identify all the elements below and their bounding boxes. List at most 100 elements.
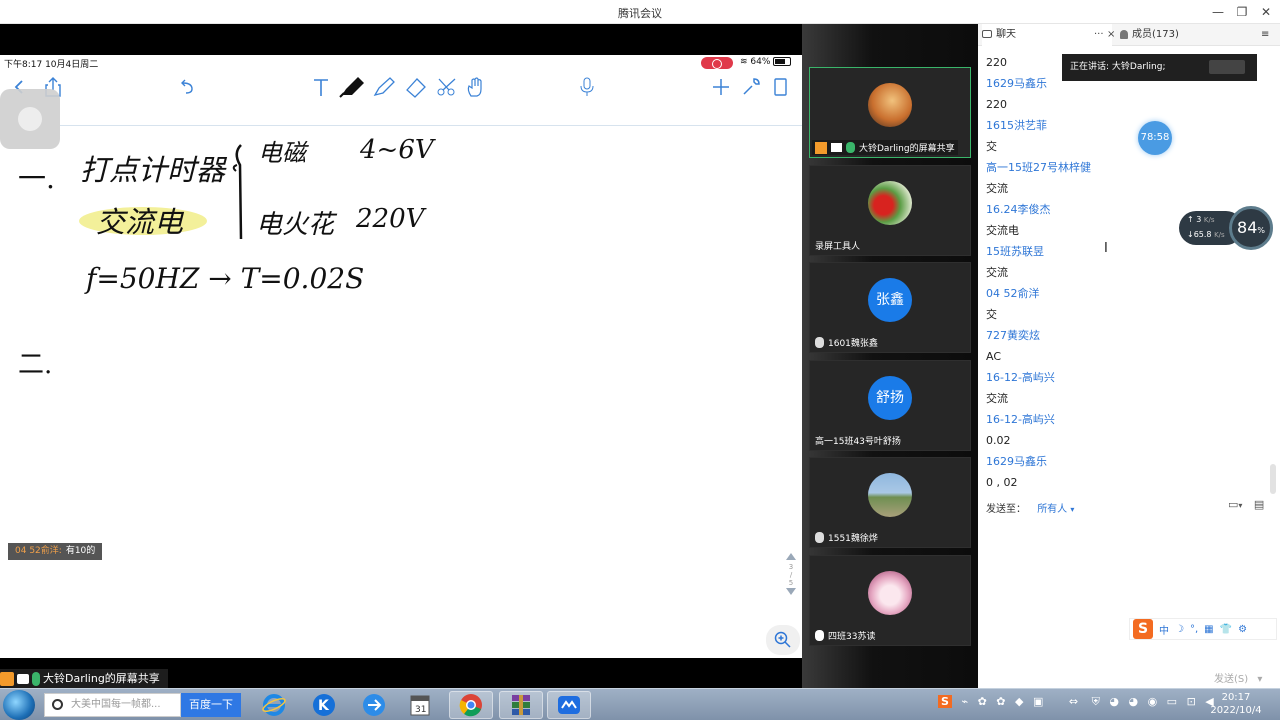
page-indicator[interactable]: 3 / 5 (784, 552, 798, 604)
moon-icon[interactable]: ☽ (1175, 624, 1184, 635)
page-up-icon[interactable] (785, 552, 797, 561)
file-icon[interactable]: ▭ (1228, 498, 1238, 511)
participant-tile[interactable]: 四班33苏读 (809, 555, 971, 646)
participant-tile[interactable]: 大铃Darling的屏幕共享 (809, 67, 971, 158)
more-options-icon[interactable]: ··· (1094, 24, 1104, 46)
taskbar-ie[interactable] (252, 691, 296, 719)
skin-icon[interactable]: 👕 (1220, 624, 1232, 635)
tray-shield-icon[interactable]: ⛨ (1092, 695, 1100, 708)
restore-button[interactable]: ❐ (1231, 3, 1253, 21)
chat-sender-name[interactable]: 727黄奕炫 (986, 325, 1266, 346)
members-icon (1120, 29, 1128, 39)
page-down-icon[interactable] (785, 587, 797, 596)
participant-tile[interactable]: 1551魏徐烨 (809, 457, 971, 548)
chat-scrollbar[interactable] (1270, 46, 1278, 506)
calendar-icon: 31 (410, 695, 430, 716)
taskbar-winrar[interactable] (499, 691, 543, 719)
tools-icon[interactable]: ⚙ (1238, 624, 1247, 635)
participant-label: 高一15班43号叶舒扬 (812, 433, 904, 448)
chat-popup-text: 有10的 (65, 546, 96, 556)
chat-menu-icon[interactable]: ≡ (1261, 24, 1277, 46)
taskbar-k-app[interactable]: K (302, 691, 346, 719)
tray-app-icon-1[interactable]: ✿ (978, 695, 987, 708)
taskbar-calendar[interactable]: 31 (398, 691, 442, 719)
punctuation-icon[interactable]: °, (1190, 624, 1198, 635)
mic-muted-icon (815, 532, 824, 543)
chat-sender-name[interactable]: 16-12-高屿兴 (986, 409, 1266, 430)
chat-popup-toast: 04 52俞洋: 有10的 (8, 543, 103, 560)
shared-screen: 下午8:17 10月4日周二 ≋ 64% 一. 打点计时器 电磁 4~6V 交流… (0, 55, 802, 658)
tray-display-icon[interactable]: ▭ (1167, 695, 1177, 708)
participant-name: 1551魏徐烨 (828, 534, 878, 544)
tab-chat-label: 聊天 (996, 29, 1016, 40)
ime-mode[interactable]: 中 (1159, 622, 1169, 637)
taskbar-app-blue[interactable] (352, 691, 396, 719)
network-monitor[interactable]: ↑ 3 K/s ↓65.8 K/s 84% (1179, 206, 1275, 250)
chat-scroll-thumb[interactable] (1270, 464, 1276, 494)
participant-tile[interactable]: 张鑫 1601魏张鑫 (809, 262, 971, 353)
search-button[interactable]: 百度一下 (181, 693, 241, 717)
chat-sender-name[interactable]: 1629马鑫乐 (986, 451, 1266, 472)
chat-sender-name[interactable]: 16-12-高屿兴 (986, 367, 1266, 388)
keyboard-icon[interactable]: ▦ (1204, 624, 1213, 635)
mic-on-icon (32, 671, 40, 686)
floating-timer-bubble[interactable]: 78:58 (1138, 121, 1172, 155)
hw-line2-b: 电火花 (256, 210, 338, 240)
tray-chat-icon[interactable]: ◉ (1148, 695, 1158, 708)
participant-avatar (868, 571, 912, 615)
hw-line1-c: 电磁 (258, 139, 309, 167)
search-placeholder: 大美中国每一帧都... (71, 699, 161, 710)
tray-qq-icon-2[interactable]: ◕ (1128, 695, 1138, 708)
search-input[interactable]: 大美中国每一帧都... (44, 693, 181, 717)
participant-name: 四班33苏读 (828, 632, 876, 642)
mic-on-icon (846, 142, 855, 153)
tray-network-icon[interactable]: ⌁ (961, 695, 968, 708)
close-button[interactable]: ✕ (1255, 3, 1277, 21)
chat-sender-name[interactable]: 高一15班27号林梓健 (986, 157, 1266, 178)
taskbar-tencent-meeting[interactable] (547, 691, 591, 719)
tray-qq-icon[interactable]: ◕ (1109, 695, 1119, 708)
brace-stroke (235, 144, 243, 240)
minimize-button[interactable]: — (1207, 3, 1229, 21)
tab-chat[interactable]: 聊天 ··· × (982, 24, 1115, 46)
chat-tools: ▭▾ ▤ (1228, 498, 1264, 511)
text-cursor-icon: I (1104, 241, 1108, 256)
taskbar-clock[interactable]: 20:17 2022/10/4 (1206, 691, 1266, 717)
participant-tile[interactable]: 舒扬 高一15班43号叶舒扬 (809, 360, 971, 451)
tencent-meeting-icon (558, 696, 580, 714)
archive-icon (512, 695, 530, 715)
taskbar-chrome[interactable] (449, 691, 493, 719)
sogou-tray-icon[interactable]: S (938, 695, 952, 708)
participant-avatar (868, 83, 912, 127)
chat-sender-name[interactable]: 1615洪艺菲 (986, 115, 1266, 136)
send-button[interactable]: 发送(S) ▾ (1214, 670, 1262, 685)
close-chat-icon[interactable]: × (1107, 24, 1115, 46)
chat-sender-name[interactable]: 04 52俞洋 (986, 283, 1266, 304)
handwriting-svg: 一. 打点计时器 电磁 4~6V 交流电 电火花 220V f=50HZ → T… (18, 135, 436, 380)
input-method-bar[interactable]: S 中 ☽ °, ▦ 👕 ⚙ (1129, 618, 1277, 640)
svg-text:31: 31 (415, 705, 426, 715)
start-button[interactable] (3, 690, 35, 720)
tray-app-icon-3[interactable]: ◆ (1015, 695, 1023, 708)
tray-app-icon-2[interactable]: ✿ (996, 695, 1005, 708)
participant-name: 高一15班43号叶舒扬 (815, 437, 901, 447)
tray-app-icon-4[interactable]: ▣ (1033, 695, 1043, 708)
brace-tip (232, 164, 238, 172)
zoom-button[interactable] (766, 625, 800, 655)
chat-bubble-icon (982, 30, 992, 38)
file-dropdown-icon[interactable]: ▾ (1238, 501, 1242, 510)
send-to-select[interactable]: 所有人 (1037, 504, 1067, 515)
chat-message-text: AC (986, 350, 1002, 363)
screenshot-icon[interactable]: ▤ (1254, 498, 1264, 511)
download-speed: ↓65.8 K/s (1187, 230, 1225, 239)
cpu-gauge: 84% (1229, 206, 1273, 250)
tray-monitor-icon[interactable]: ⊡ (1187, 695, 1196, 708)
hw-line2-c: 220V (355, 204, 427, 234)
upload-speed: ↑ 3 K/s (1187, 215, 1215, 224)
chat-message-text: 0.02 (986, 434, 1011, 447)
participant-label: 1601魏张鑫 (812, 335, 881, 350)
tab-members[interactable]: 成员(173) (1120, 24, 1250, 46)
dropdown-caret-icon[interactable]: ▾ (1070, 505, 1074, 514)
tray-usb-icon[interactable]: ⇔ (1069, 695, 1078, 708)
participant-tile[interactable]: 录屏工具人 (809, 165, 971, 256)
